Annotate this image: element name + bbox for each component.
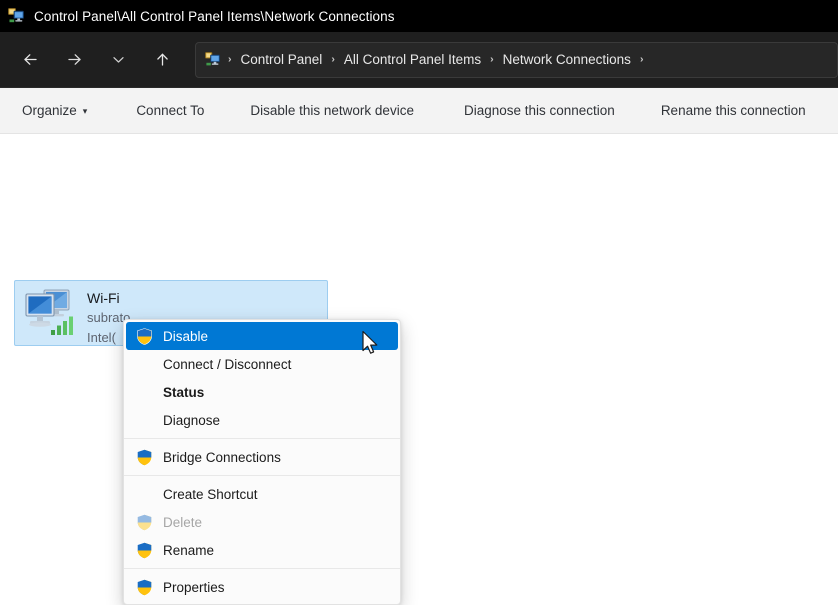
no-icon-placeholder — [135, 485, 154, 504]
back-button[interactable] — [11, 44, 49, 76]
menu-item-label: Status — [163, 384, 205, 400]
connect-to-label: Connect To — [136, 103, 205, 118]
uac-shield-icon — [135, 448, 154, 467]
connection-name: Wi-Fi — [87, 290, 120, 306]
menu-item-rename[interactable]: Rename — [126, 536, 398, 564]
menu-item-label: Connect / Disconnect — [163, 356, 292, 372]
navigation-bar: › Control Panel › All Control Panel Item… — [0, 32, 838, 88]
breadcrumb-separator: › — [331, 53, 335, 66]
connections-list-view: Wi-Fi subrato Intel( Disable Connect / D… — [0, 134, 838, 605]
menu-item-label: Bridge Connections — [163, 449, 281, 465]
rename-connection-button[interactable]: Rename this connection — [657, 98, 810, 123]
command-bar: Organize ▾ Connect To Disable this netwo… — [0, 88, 838, 134]
menu-item-label: Disable — [163, 328, 209, 344]
network-connections-icon — [8, 7, 26, 25]
breadcrumb-all-control-panel-items[interactable]: All Control Panel Items — [341, 50, 484, 69]
menu-item-label: Delete — [163, 514, 203, 530]
menu-item-properties[interactable]: Properties — [126, 573, 398, 601]
window-titlebar: Control Panel\All Control Panel Items\Ne… — [0, 0, 838, 32]
menu-item-bridge-connections[interactable]: Bridge Connections — [126, 443, 398, 471]
forward-arrow-icon — [67, 54, 81, 65]
window-title: Control Panel\All Control Panel Items\Ne… — [34, 8, 395, 24]
disable-device-label: Disable this network device — [250, 103, 414, 118]
menu-item-status[interactable]: Status — [126, 378, 398, 406]
address-bar[interactable]: › Control Panel › All Control Panel Item… — [195, 41, 838, 78]
no-icon-placeholder — [135, 411, 154, 430]
menu-item-connect-disconnect[interactable]: Connect / Disconnect — [126, 350, 398, 378]
rename-connection-label: Rename this connection — [660, 103, 806, 118]
chevron-down-icon — [112, 57, 124, 63]
uac-shield-icon — [135, 541, 154, 560]
up-button[interactable] — [143, 44, 181, 76]
address-network-icon — [205, 51, 222, 68]
organize-button[interactable]: Organize ▾ — [18, 98, 91, 123]
menu-item-label: Diagnose — [163, 412, 221, 428]
connect-to-button[interactable]: Connect To — [132, 98, 208, 123]
wifi-adapter-icon — [21, 286, 79, 338]
no-icon-placeholder — [135, 355, 154, 374]
context-menu: Disable Connect / Disconnect Status Diag… — [123, 319, 401, 605]
uac-shield-icon — [135, 513, 154, 532]
back-arrow-icon — [23, 54, 37, 65]
uac-shield-icon — [135, 578, 154, 597]
menu-separator — [124, 475, 400, 476]
menu-item-label: Rename — [163, 542, 215, 558]
breadcrumb-control-panel[interactable]: Control Panel — [238, 50, 326, 69]
menu-item-diagnose[interactable]: Diagnose — [126, 406, 398, 434]
diagnose-connection-label: Diagnose this connection — [463, 103, 615, 118]
menu-item-delete: Delete — [126, 508, 398, 536]
chevron-down-icon: ▾ — [82, 106, 88, 116]
breadcrumb-separator: › — [228, 53, 232, 66]
up-arrow-icon — [156, 53, 168, 66]
menu-item-label: Properties — [163, 579, 225, 595]
no-icon-placeholder — [135, 383, 154, 402]
recent-locations-button[interactable] — [99, 44, 137, 76]
menu-separator — [124, 438, 400, 439]
diagnose-connection-button[interactable]: Diagnose this connection — [460, 98, 619, 123]
breadcrumb-separator-trailing[interactable]: › — [634, 54, 650, 65]
menu-item-label: Create Shortcut — [163, 486, 258, 502]
disable-device-button[interactable]: Disable this network device — [246, 98, 418, 123]
menu-separator — [124, 568, 400, 569]
menu-item-disable[interactable]: Disable — [126, 322, 398, 350]
menu-item-create-shortcut[interactable]: Create Shortcut — [126, 480, 398, 508]
organize-label: Organize — [22, 103, 77, 118]
forward-button[interactable] — [55, 44, 93, 76]
breadcrumb-separator: › — [490, 53, 494, 66]
breadcrumb-network-connections[interactable]: Network Connections — [500, 50, 634, 69]
uac-shield-icon — [135, 327, 154, 346]
